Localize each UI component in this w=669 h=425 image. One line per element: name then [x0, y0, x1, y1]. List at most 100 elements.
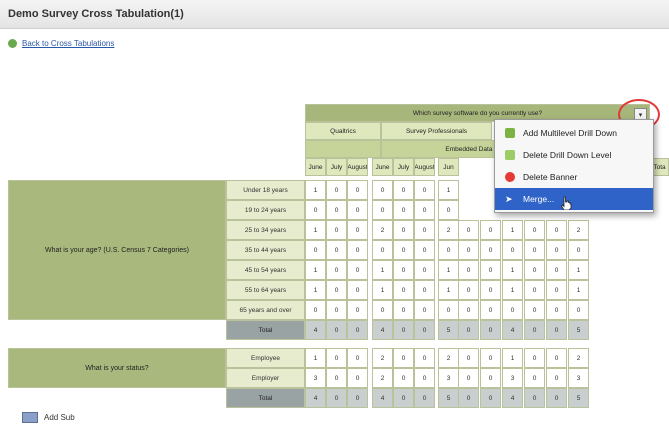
add-sub-button[interactable]: Add Sub [22, 412, 75, 423]
table-cell: 1 [502, 260, 523, 280]
total-cell: 0 [480, 320, 501, 340]
menu-item-label: Merge... [523, 194, 555, 204]
question-label: What is your age? (U.S. Census 7 Categor… [8, 180, 226, 320]
row-label: Under 18 years [226, 180, 305, 200]
table-cell: 0 [347, 300, 368, 320]
row-label: Employer [226, 368, 305, 388]
table-cell: 0 [372, 300, 393, 320]
month-header: July [326, 158, 347, 176]
table-cell: 0 [480, 220, 501, 240]
table-cell: 0 [480, 260, 501, 280]
back-link-label[interactable]: Back to Cross Tabulations [22, 39, 114, 48]
table-cell: 0 [546, 220, 567, 240]
table-cell: 0 [458, 300, 479, 320]
table-cell: 3 [305, 368, 326, 388]
total-cell: 5 [438, 388, 459, 408]
menu-item-delete-banner[interactable]: Delete Banner [495, 166, 653, 188]
table-cell: 0 [393, 200, 414, 220]
table-cell: 0 [305, 240, 326, 260]
table-cell: 0 [480, 280, 501, 300]
table-cell: 1 [372, 280, 393, 300]
table-cell: 0 [393, 240, 414, 260]
table-cell: 0 [414, 260, 435, 280]
menu-item-merge[interactable]: ➤ Merge... [495, 188, 653, 210]
total-cell: 0 [546, 388, 567, 408]
table-cell: 0 [524, 240, 545, 260]
table-cell: 0 [326, 220, 347, 240]
table-cell: 0 [347, 180, 368, 200]
add-sub-label: Add Sub [44, 413, 75, 422]
table-cell: 0 [347, 348, 368, 368]
table-cell: 0 [347, 240, 368, 260]
table-cell: 1 [438, 260, 459, 280]
delete-drill-icon [505, 150, 515, 160]
table-cell: 1 [568, 260, 589, 280]
table-cell: 0 [458, 348, 479, 368]
table-cell: 0 [546, 368, 567, 388]
table-cell: 0 [438, 300, 459, 320]
table-cell: 0 [480, 300, 501, 320]
row-label: Employee [226, 348, 305, 368]
row-label: 55 to 64 years [226, 280, 305, 300]
table-cell: 0 [414, 220, 435, 240]
table-cell: 0 [546, 260, 567, 280]
total-cell: 0 [524, 388, 545, 408]
table-cell: 0 [326, 260, 347, 280]
total-cell: 0 [480, 388, 501, 408]
total-cell: 0 [414, 388, 435, 408]
total-cell: 0 [414, 320, 435, 340]
table-cell: 1 [438, 180, 459, 200]
table-cell: 0 [546, 348, 567, 368]
table-cell: 0 [458, 280, 479, 300]
table-cell: 0 [414, 348, 435, 368]
total-cell: 0 [326, 320, 347, 340]
table-cell: 1 [568, 280, 589, 300]
table-cell: 0 [524, 368, 545, 388]
menu-item-add-multilevel-drill-down[interactable]: Add Multilevel Drill Down [495, 122, 653, 144]
total-cell: 0 [347, 320, 368, 340]
table-cell: 2 [568, 348, 589, 368]
total-cell: 0 [326, 388, 347, 408]
table-cell: 0 [414, 300, 435, 320]
month-header: June [305, 158, 326, 176]
table-cell: 0 [393, 368, 414, 388]
total-cell: 4 [372, 320, 393, 340]
table-cell: 1 [305, 348, 326, 368]
menu-item-delete-drill-down-level[interactable]: Delete Drill Down Level [495, 144, 653, 166]
total-cell: 4 [305, 388, 326, 408]
table-cell: 0 [347, 200, 368, 220]
table-cell: 0 [372, 200, 393, 220]
table-cell: 0 [458, 220, 479, 240]
table-cell: 0 [372, 180, 393, 200]
row-label: 65 years and over [226, 300, 305, 320]
table-cell: 0 [480, 368, 501, 388]
table-cell: 0 [305, 300, 326, 320]
table-cell: 0 [546, 300, 567, 320]
table-cell: 3 [438, 368, 459, 388]
table-cell: 0 [568, 240, 589, 260]
banner-context-menu: Add Multilevel Drill Down Delete Drill D… [494, 119, 654, 213]
table-cell: 0 [438, 200, 459, 220]
col-group-survey-professionals: Survey Professionals [381, 122, 492, 140]
table-cell: 0 [546, 240, 567, 260]
question-label: What is your status? [8, 348, 226, 388]
table-cell: 1 [305, 180, 326, 200]
table-cell: 0 [458, 260, 479, 280]
total-cell: 5 [568, 320, 589, 340]
total-cell: 0 [393, 320, 414, 340]
month-header: July [393, 158, 414, 176]
table-cell: 0 [480, 240, 501, 260]
total-cell: 0 [347, 388, 368, 408]
total-cell: 4 [502, 320, 523, 340]
total-cell: 0 [458, 320, 479, 340]
back-link[interactable]: Back to Cross Tabulations [8, 39, 114, 48]
total-cell: 5 [438, 320, 459, 340]
table-cell: 0 [326, 180, 347, 200]
table-cell: 1 [305, 220, 326, 240]
row-label: 45 to 54 years [226, 260, 305, 280]
back-arrow-icon [8, 39, 17, 48]
row-label: 25 to 34 years [226, 220, 305, 240]
row-label: 35 to 44 years [226, 240, 305, 260]
table-cell: 1 [502, 280, 523, 300]
table-cell: 0 [347, 368, 368, 388]
